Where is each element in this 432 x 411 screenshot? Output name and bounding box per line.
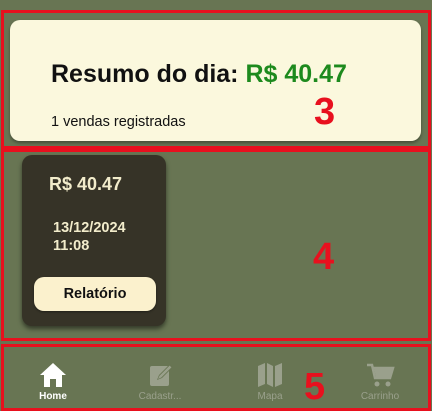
nav-label-cart: Carrinho: [360, 391, 400, 402]
nav-label-register: Cadastr...: [138, 391, 182, 402]
edit-icon: [150, 364, 173, 386]
daily-summary-card: Resumo do dia: R$ 40.47 1 vendas registr…: [10, 20, 421, 141]
sale-card: R$ 40.47 13/12/2024 11:08 Relatório: [22, 155, 166, 326]
sale-datetime: 13/12/2024 11:08: [53, 219, 126, 255]
summary-total-amount: R$ 40.47: [245, 60, 347, 88]
sale-time: 11:08: [53, 238, 90, 254]
nav-item-register[interactable]: Cadastr...: [120, 361, 200, 402]
nav-item-map[interactable]: Mapa: [230, 361, 310, 402]
nav-item-cart[interactable]: Carrinho: [340, 361, 420, 402]
sale-amount: R$ 40.47: [49, 174, 123, 194]
home-icon: [40, 363, 66, 387]
nav-label-map: Mapa: [257, 391, 283, 402]
bottom-nav: Home Cadastr... Mapa Carrinho: [0, 347, 432, 411]
annotation-label-sales-list: 4: [313, 236, 335, 278]
nav-label-home: Home: [39, 391, 67, 402]
summary-title-label: Resumo do dia:: [51, 60, 239, 88]
map-icon: [258, 363, 282, 387]
cart-icon: [367, 363, 395, 387]
report-button[interactable]: Relatório: [34, 277, 156, 311]
annotation-label-summary: 3: [314, 91, 336, 133]
sale-date: 13/12/2024: [53, 220, 126, 236]
annotation-label-bottom-nav: 5: [304, 366, 326, 408]
nav-item-home[interactable]: Home: [13, 361, 93, 402]
summary-sales-count: 1 vendas registradas: [51, 114, 186, 130]
summary-title: Resumo do dia: R$ 40.47: [51, 60, 347, 89]
